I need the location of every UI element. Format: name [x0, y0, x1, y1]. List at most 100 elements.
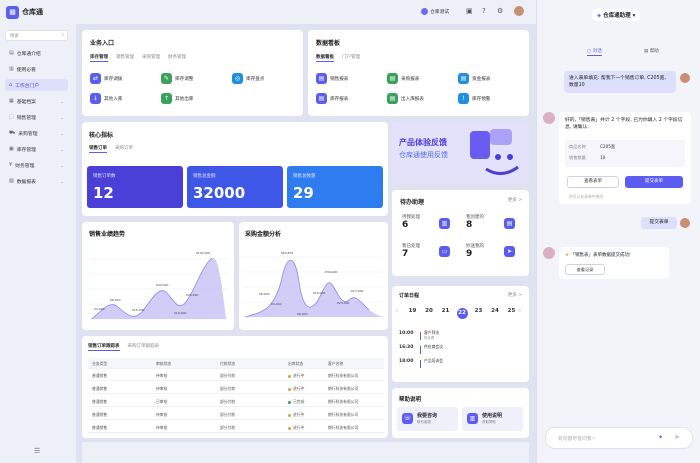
todo-item-cc[interactable]: 抄送我的 9 — [466, 243, 484, 259]
todo-item-pending[interactable]: 待我处理 6 — [402, 214, 420, 230]
prev-week-icon[interactable]: ‹ — [396, 308, 398, 314]
tab-databoard[interactable]: 数据看板 — [316, 54, 334, 62]
calendar-day-number: 24 — [491, 308, 499, 314]
calendar-day[interactable]: 23 — [472, 302, 485, 314]
sidebar-item[interactable]: ▣ 库存管理 ⌄ — [5, 143, 68, 155]
chat-tab-label: 帮助 — [649, 49, 659, 54]
report-label: 资金报表 — [472, 76, 491, 82]
menu-toggle-icon[interactable]: ☰ — [34, 447, 40, 455]
help-title: 帮助说明 — [399, 397, 422, 403]
tab-purchase[interactable]: 采购管理 — [142, 54, 160, 60]
schedule-more-link[interactable]: 更多 > — [508, 292, 522, 298]
settings-icon[interactable]: ⚙ — [497, 7, 503, 15]
feedback-banner[interactable]: 产品体验反馈 仓库通使用反馈 — [392, 122, 529, 184]
tab-finance[interactable]: 财务管理 — [168, 54, 186, 60]
sidebar-item[interactable]: ⬚ 销售管理 ⌄ — [5, 111, 68, 123]
todo-item-created[interactable]: 我创建的 8 — [466, 214, 484, 230]
table-row[interactable]: 普通销售 待审核 部分付款 进行中 朗行科技有限公司 — [88, 370, 384, 381]
assistant-selector[interactable]: ◈ 仓库通助理 ▾ — [592, 9, 641, 21]
event-sub: 陈经理 — [424, 336, 435, 340]
sidebar-item[interactable]: ▨ 数据报表 ⌄ — [5, 175, 68, 187]
consult-button[interactable]: ☏ 我要咨询 联系客服 — [397, 407, 458, 431]
entry-other-in[interactable]: ↓ 其他入库 — [90, 93, 122, 104]
message-icon[interactable]: ▣ — [466, 7, 473, 15]
calendar-day[interactable]: 20 — [423, 302, 436, 314]
report-inout[interactable]: ▤ 出入库报表 — [387, 93, 424, 104]
table-cell: 待审核 — [156, 412, 168, 417]
view-form-button[interactable]: 查看表单 — [567, 176, 619, 188]
sidebar-item[interactable]: ▦ 基础档案 ⌄ — [5, 95, 68, 107]
report-stock[interactable]: ▤ 库存报表 — [316, 93, 348, 104]
event-text: 产品培训会 — [424, 358, 443, 363]
user-label[interactable]: 仓库测试 — [430, 8, 449, 15]
tab-purchase-orders[interactable]: 采购订单 — [115, 145, 133, 151]
data-label: ¥4,000 — [271, 302, 282, 306]
table-row[interactable]: 普通销售 待审核 部分付款 进行中 朗行科技有限公司 — [88, 383, 384, 394]
sidebar-item[interactable]: ⛟ 采购管理 ⌄ — [5, 127, 68, 139]
calendar-day[interactable]: 19 — [406, 302, 419, 314]
submit-form-button[interactable]: 提交表单 — [625, 176, 683, 188]
tab-sales-tracking[interactable]: 销售订单跟踪表 — [88, 343, 120, 351]
report-warning[interactable]: ! 库存预警 — [458, 93, 490, 104]
report-fund[interactable]: ▤ 资金报表 — [458, 73, 490, 84]
user-message-1: 进入表单填充: 帮我下一个销售订单, C205宽, 数量10 — [564, 71, 676, 93]
calendar-day[interactable]: 25 — [505, 302, 518, 314]
sales-trend-title: 销售业绩趋势 — [89, 231, 126, 238]
user-avatar[interactable] — [421, 8, 428, 15]
column-header: 业务类型 — [92, 361, 108, 366]
table-cell: 普通销售 — [92, 399, 108, 404]
sidebar-item[interactable]: ⌂ 工作台门户 — [5, 79, 68, 91]
calendar-day[interactable]: 22 — [456, 302, 469, 319]
schedule-event[interactable]: 10:00 客户拜访 陈经理 — [399, 330, 519, 342]
kpi-order-count[interactable]: 销售订单数 12 — [87, 166, 183, 208]
profile-avatar[interactable] — [514, 6, 524, 16]
todo-value: 7 — [402, 249, 409, 259]
success-message: 「销售表」表单数据提交成功! — [570, 253, 631, 258]
chat-tab-dialog[interactable]: ▢ 对话 — [587, 48, 602, 56]
next-week-icon[interactable]: › — [519, 308, 521, 314]
status-text: 进行中 — [293, 386, 305, 391]
business-entry-card: 业务入口 库存管理 销售管理 采购管理 财务管理 ⇄ 库存调拨 ✎ 库存调整 ◎ 库存盘点 … — [82, 30, 303, 116]
report-purchase[interactable]: ▤ 采购报表 — [387, 73, 419, 84]
entry-adjust[interactable]: ✎ 库存调整 — [161, 73, 193, 84]
table-row[interactable]: 普通销售 已审核 部分付款 已完成 朗行科技有限公司 — [88, 396, 384, 407]
schedule-event[interactable]: 16:30 供应商会议 — [399, 344, 519, 356]
top-bar: ▦ 仓库通 仓库测试 ▣ ? ⚙ — [0, 0, 536, 24]
field-key: 销售数量 — [569, 155, 586, 160]
calendar-day[interactable]: 21 — [439, 302, 452, 314]
tab-sales-orders[interactable]: 销售订单 — [89, 145, 107, 153]
send-message-icon[interactable]: ➤ — [674, 433, 680, 441]
schedule-event[interactable]: 18:00 产品培训会 — [399, 358, 519, 370]
todo-item-done[interactable]: 我已处理 7 — [402, 243, 420, 259]
tab-inventory[interactable]: 库存管理 — [90, 54, 108, 62]
data-label: ¥25,000 — [186, 293, 198, 297]
table-cell: 朗行科技有限公司 — [328, 425, 359, 430]
sidebar-search[interactable]: 搜索 ⌕ — [5, 30, 68, 41]
entry-other-out[interactable]: ↑ 其他出库 — [161, 93, 193, 104]
chat-input[interactable]: 有问题尽管问我~ ✦ ➤ — [545, 427, 693, 449]
data-label: ¥30,000 — [325, 270, 337, 274]
todo-more-link[interactable]: 更多 > — [508, 197, 522, 203]
report-sales[interactable]: ▤ 销售报表 — [316, 73, 348, 84]
tab-sales[interactable]: 销售管理 — [116, 54, 134, 60]
help-card: 帮助说明 ☏ 我要咨询 联系客服 ▥ 使用说明 获取帮助 — [392, 388, 529, 438]
search-input: 搜索 — [10, 34, 19, 39]
view-record-button[interactable]: 查看记录 — [565, 264, 605, 275]
entry-label: 库存调拨 — [104, 76, 123, 82]
sidebar-item[interactable]: ¥ 财务管理 ⌄ — [5, 159, 68, 171]
sparkle-icon[interactable]: ✦ — [658, 434, 663, 441]
entry-transfer[interactable]: ⇄ 库存调拨 — [90, 73, 122, 84]
sidebar-item[interactable]: ▤ 仓库通介绍 — [5, 47, 68, 59]
table-row[interactable]: 普通销售 待审核 部分付款 进行中 朗行科技有限公司 — [88, 422, 384, 433]
kpi-total-amount[interactable]: 销售总金额 32000 — [187, 166, 283, 208]
tab-purchase-tracking[interactable]: 采购订单跟踪表 — [128, 343, 160, 349]
sidebar-item[interactable]: ▥ 使用必看 — [5, 63, 68, 75]
calendar-day[interactable]: 24 — [489, 302, 502, 314]
table-row[interactable]: 普通销售 待审核 部分付款 进行中 朗行科技有限公司 — [88, 409, 384, 420]
entry-check[interactable]: ◎ 库存盘点 — [232, 73, 264, 84]
chat-tab-help[interactable]: ▤ 帮助 — [644, 48, 659, 54]
tab-portal[interactable]: 门户管理 — [342, 54, 360, 60]
kpi-total-qty[interactable]: 销售总数量 29 — [287, 166, 383, 208]
guide-button[interactable]: ▥ 使用说明 获取帮助 — [462, 407, 523, 431]
help-icon[interactable]: ? — [482, 7, 486, 15]
